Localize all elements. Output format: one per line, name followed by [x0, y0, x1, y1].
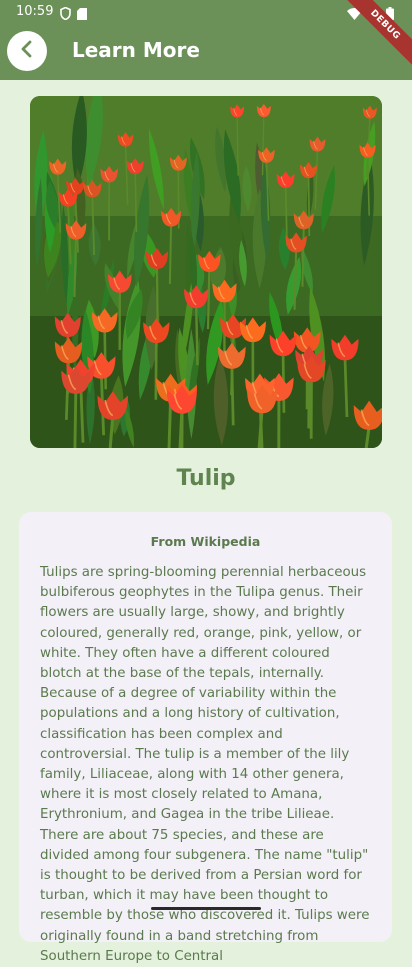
home-indicator[interactable] [151, 907, 261, 910]
flower-name: Tulip [0, 466, 412, 491]
chevron-left-icon [17, 39, 37, 63]
status-time: 10:59 [16, 4, 53, 19]
shield-icon [60, 5, 71, 24]
stem-line [208, 269, 209, 329]
stem-line [302, 227, 303, 287]
description-card: From Wikipedia Tulips are spring-bloomin… [19, 512, 392, 942]
page-title: Learn More [72, 38, 200, 62]
stem-line [196, 305, 197, 365]
back-button[interactable] [7, 31, 47, 71]
tulip-illustration [30, 96, 382, 448]
stem-line [157, 266, 158, 326]
app-bar: Learn More [0, 24, 412, 80]
stem-line [180, 410, 182, 448]
sd-card-icon [77, 5, 87, 24]
stem-line [170, 224, 171, 284]
source-label: From Wikipedia [19, 534, 392, 549]
status-icons-left [60, 5, 87, 24]
stem-line [232, 365, 233, 425]
flower-image [30, 96, 382, 448]
stem-line [75, 390, 76, 448]
